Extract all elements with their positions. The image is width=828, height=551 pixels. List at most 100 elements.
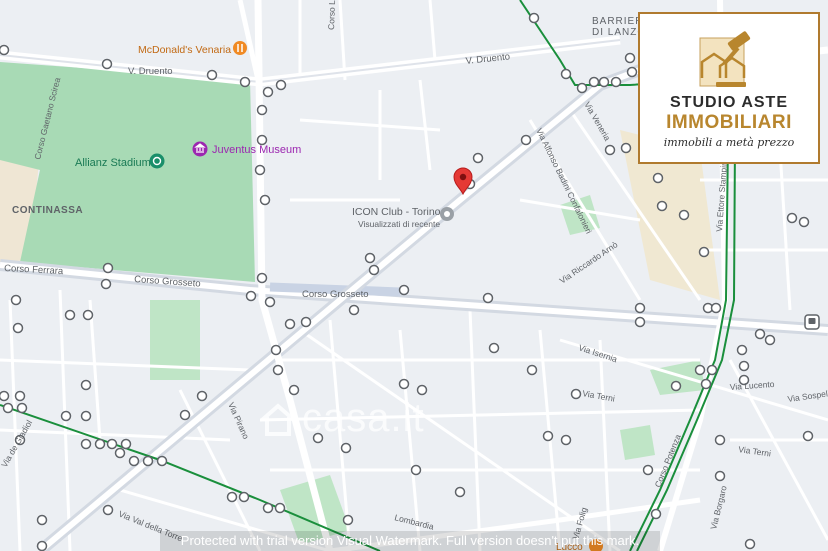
bus-stop-icon: [106, 438, 118, 450]
museum-icon[interactable]: [192, 141, 208, 157]
bus-stop-icon: [14, 390, 26, 402]
bus-stop-icon: [626, 66, 638, 78]
bus-stop-icon: [128, 455, 140, 467]
bus-stop-icon: [264, 296, 276, 308]
road-label-corso-l: Corso L: [326, 0, 337, 30]
bus-stop-icon: [196, 390, 208, 402]
bus-stop-icon: [156, 455, 168, 467]
bus-stop-icon: [262, 86, 274, 98]
bus-stop-icon: [694, 364, 706, 376]
park-area: [620, 425, 655, 460]
bus-stop-icon: [262, 502, 274, 514]
bus-stop-icon: [226, 491, 238, 503]
bus-stop-icon: [542, 430, 554, 442]
bus-stop-icon: [2, 402, 14, 414]
bus-stop-icon: [60, 410, 72, 422]
bus-stop-icon: [270, 344, 282, 356]
bus-stop-icon: [714, 434, 726, 446]
marker-subtitle: Visualizzati di recente: [358, 219, 440, 229]
bus-stop-icon: [300, 316, 312, 328]
bus-stop-icon: [348, 304, 360, 316]
bus-stop-icon: [798, 216, 810, 228]
bus-stop-icon: [101, 58, 113, 70]
bus-stop-icon: [764, 334, 776, 346]
bus-stop-icon: [36, 540, 48, 551]
gavel-house-icon: [699, 31, 751, 87]
bus-stop-icon: [604, 144, 616, 156]
stadium-icon[interactable]: [149, 153, 165, 169]
bus-stop-icon: [416, 384, 428, 396]
bus-stop-icon: [714, 470, 726, 482]
bus-stop-icon: [454, 486, 466, 498]
bus-stop-icon: [206, 69, 218, 81]
bus-stop-icon: [288, 384, 300, 396]
bus-stop-icon: [64, 309, 76, 321]
bus-stop-icon: [238, 491, 250, 503]
bus-stop-icon: [576, 82, 588, 94]
bus-stop-icon: [364, 252, 376, 264]
logo-line-2: IMMOBILIARI: [666, 112, 792, 133]
studio-aste-logo: STUDIO ASTE IMMOBILIARI immobili a metà …: [638, 12, 820, 164]
bus-stop-icon: [700, 378, 712, 390]
bus-stop-icon: [82, 309, 94, 321]
bus-stop-icon: [652, 172, 664, 184]
bus-stop-icon: [245, 290, 257, 302]
bus-stop-icon: [94, 438, 106, 450]
bus-stop-icon: [698, 246, 710, 258]
bus-stop-icon: [528, 12, 540, 24]
bus-stop-icon: [102, 504, 114, 516]
poi-label-allianz-stadium: Allianz Stadium: [75, 157, 151, 169]
bus-stop-icon: [272, 364, 284, 376]
bus-stop-icon: [114, 447, 126, 459]
restaurant-icon[interactable]: [233, 41, 247, 55]
bus-stop-icon: [610, 76, 622, 88]
bus-stop-icon: [488, 342, 500, 354]
bus-stop-icon: [598, 76, 610, 88]
bus-stop-icon: [588, 76, 600, 88]
bus-stop-icon: [256, 272, 268, 284]
bus-stop-icon: [239, 76, 251, 88]
bus-stop-icon: [620, 142, 632, 154]
bus-stop-icon: [0, 44, 10, 56]
bus-stop-icon: [10, 294, 22, 306]
bus-stop-icon: [179, 409, 191, 421]
bus-stop-icon: [80, 410, 92, 422]
train-station-icon: [804, 314, 820, 330]
marker-title: ICON Club - Torino: [352, 206, 441, 218]
bus-stop-icon: [710, 302, 722, 314]
bus-stop-icon: [80, 379, 92, 391]
bus-stop-icon: [738, 360, 750, 372]
bus-stop-icon: [12, 322, 24, 334]
bus-stop-icon: [0, 390, 10, 402]
casa-watermark: casa.it: [260, 396, 425, 444]
bus-stop-icon: [650, 508, 662, 520]
bus-stop-icon: [398, 284, 410, 296]
bus-stop-icon: [642, 464, 654, 476]
road-label-v-druento: V. Druento: [128, 66, 173, 77]
bus-stop-icon: [342, 514, 354, 526]
poi-label-mcdonalds: McDonald's Venaria: [138, 44, 231, 56]
bus-stop-icon: [340, 442, 352, 454]
bus-stop-icon: [736, 344, 748, 356]
road-label-corso-grosseto: Corso Grosseto: [302, 289, 369, 300]
bus-stop-icon: [744, 538, 756, 550]
poi-label-juventus-museum: Juventus Museum: [212, 144, 301, 156]
bus-stop-icon: [786, 212, 798, 224]
bus-stop-icon: [259, 194, 271, 206]
bus-stop-icon: [398, 378, 410, 390]
bus-stop-icon: [80, 438, 92, 450]
bus-stop-icon: [656, 200, 668, 212]
bus-stop-icon: [624, 52, 636, 64]
bus-stop-icon: [284, 318, 296, 330]
bus-stop-icon: [368, 264, 380, 276]
house-icon: [260, 403, 296, 436]
bus-stop-icon: [36, 514, 48, 526]
bus-stop-icon: [802, 430, 814, 442]
bus-stop-icon: [410, 464, 422, 476]
bus-stop-icon: [120, 438, 132, 450]
logo-tagline: immobili a metà prezzo: [663, 136, 795, 149]
bus-stop-icon: [254, 164, 266, 176]
place-circle-icon[interactable]: [440, 207, 454, 221]
bus-stop-icon: [472, 152, 484, 164]
bus-stop-icon: [100, 278, 112, 290]
